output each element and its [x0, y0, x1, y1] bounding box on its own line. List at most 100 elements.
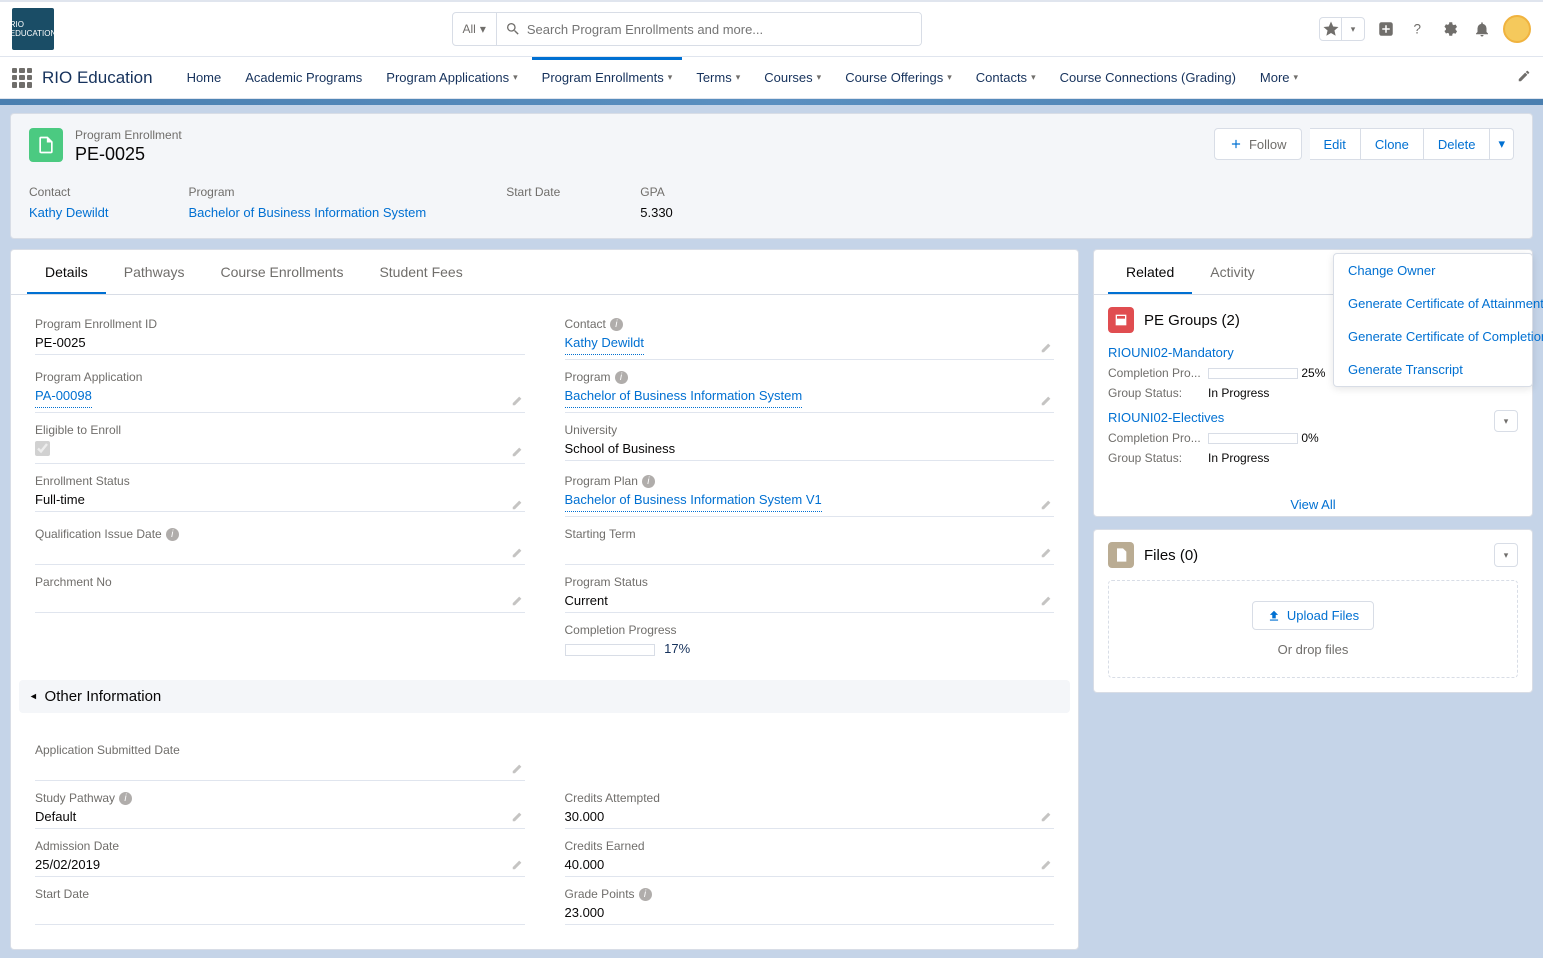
search-scope-selector[interactable]: All ▾ [453, 13, 497, 45]
info-icon[interactable]: i [166, 528, 179, 541]
parchment-value [35, 589, 525, 613]
menu-item[interactable]: Generate Certificate of Completion [1334, 320, 1532, 353]
start-date-value [35, 901, 525, 925]
program-status-label: Program Status [565, 575, 1055, 589]
edit-pencil-icon[interactable] [1040, 393, 1054, 407]
global-actions-icon[interactable] [1375, 18, 1397, 40]
menu-item[interactable]: Change Owner [1334, 254, 1532, 287]
progress-bar [1208, 368, 1298, 379]
star-icon[interactable] [1320, 18, 1342, 40]
edit-pencil-icon[interactable] [511, 444, 525, 458]
app-submitted-value [35, 757, 525, 781]
edit-pencil-icon[interactable] [1040, 857, 1054, 871]
tab[interactable]: Student Fees [361, 250, 480, 294]
notifications-bell-icon[interactable] [1471, 18, 1493, 40]
svg-text:?: ? [1414, 22, 1422, 37]
edit-pencil-icon[interactable] [511, 497, 525, 511]
pe-group-menu[interactable]: ▾ [1494, 410, 1518, 432]
highlight-contact-link[interactable]: Kathy Dewildt [29, 205, 108, 220]
info-icon[interactable]: i [639, 888, 652, 901]
setup-gear-icon[interactable] [1439, 18, 1461, 40]
menu-item[interactable]: Generate Certificate of Attainment [1334, 287, 1532, 320]
files-title[interactable]: Files (0) [1144, 547, 1484, 564]
more-actions-dropdown[interactable]: ▾ [1490, 128, 1514, 160]
program-plan-link[interactable]: Bachelor of Business Information System … [565, 492, 822, 512]
highlight-program-label: Program [188, 185, 426, 199]
completion-percent: 17% [664, 641, 690, 656]
app-name: RIO Education [42, 68, 153, 88]
upload-files-button[interactable]: Upload Files [1252, 601, 1374, 630]
info-icon[interactable]: i [119, 792, 132, 805]
enrollment-status-label: Enrollment Status [35, 474, 525, 488]
edit-pencil-icon[interactable] [1040, 545, 1054, 559]
nav-item[interactable]: Courses▾ [754, 57, 831, 98]
info-icon[interactable]: i [615, 371, 628, 384]
tab[interactable]: Related [1108, 250, 1192, 294]
user-avatar[interactable] [1503, 15, 1531, 43]
tab[interactable]: Pathways [106, 250, 203, 294]
nav-item[interactable]: Program Enrollments▾ [532, 57, 683, 98]
nav-item[interactable]: Home [177, 57, 232, 98]
nav-item[interactable]: Program Applications▾ [376, 57, 527, 98]
chevron-down-icon: ▾ [513, 72, 518, 83]
edit-pencil-icon[interactable] [511, 593, 525, 607]
tab[interactable]: Details [27, 250, 106, 294]
file-drop-zone[interactable]: Upload Files Or drop files [1108, 580, 1518, 678]
nav-item[interactable]: Contacts▾ [966, 57, 1046, 98]
info-icon[interactable]: i [642, 475, 655, 488]
menu-item[interactable]: Generate Transcript [1334, 353, 1532, 386]
info-icon[interactable]: i [610, 318, 623, 331]
program-application-label: Program Application [35, 370, 525, 384]
nav-item[interactable]: Course Connections (Grading) [1050, 57, 1246, 98]
program-link[interactable]: Bachelor of Business Information System [565, 388, 803, 408]
clone-button[interactable]: Clone [1361, 128, 1424, 160]
completion-label: Completion Progress [565, 623, 1055, 637]
actions-menu: Change OwnerGenerate Certificate of Atta… [1333, 253, 1533, 387]
record-icon [29, 128, 63, 162]
contact-link[interactable]: Kathy Dewildt [565, 335, 644, 355]
edit-pencil-icon[interactable] [511, 857, 525, 871]
follow-button[interactable]: Follow [1214, 128, 1302, 160]
edit-pencil-icon[interactable] [511, 545, 525, 559]
view-all-link[interactable]: View All [1290, 497, 1335, 512]
section-other-information[interactable]: ▾ Other Information [19, 680, 1070, 713]
enrollment-status-value: Full-time [35, 488, 525, 512]
edit-pencil-icon[interactable] [511, 393, 525, 407]
chevron-down-icon: ▾ [480, 22, 486, 36]
completion-progress-bar [565, 644, 655, 656]
eligible-checkbox [35, 441, 50, 456]
program-application-link[interactable]: PA-00098 [35, 388, 92, 408]
nav-item[interactable]: Course Offerings▾ [835, 57, 962, 98]
edit-pencil-icon[interactable] [511, 809, 525, 823]
qual-issue-label: Qualification Issue Date [35, 527, 162, 541]
nav-item[interactable]: Terms▾ [686, 57, 750, 98]
program-enrollment-id-label: Program Enrollment ID [35, 317, 525, 331]
chevron-down-icon: ▾ [27, 694, 40, 700]
delete-button[interactable]: Delete [1424, 128, 1491, 160]
files-menu[interactable]: ▾ [1494, 543, 1518, 567]
highlight-program-link[interactable]: Bachelor of Business Information System [188, 205, 426, 220]
search-input[interactable] [497, 13, 921, 45]
highlight-startdate-label: Start Date [506, 185, 560, 199]
nav-item[interactable]: Academic Programs [235, 57, 372, 98]
grade-points-value: 23.000 [565, 901, 1055, 925]
app-submitted-label: Application Submitted Date [35, 743, 525, 757]
help-icon[interactable]: ? [1407, 18, 1429, 40]
tab[interactable]: Course Enrollments [203, 250, 362, 294]
nav-item[interactable]: More▾ [1250, 57, 1308, 98]
edit-pencil-icon[interactable] [511, 761, 525, 775]
app-launcher-icon[interactable] [12, 68, 32, 88]
chevron-down-icon: ▾ [817, 72, 822, 83]
drop-files-text: Or drop files [1129, 642, 1497, 657]
highlight-gpa-label: GPA [640, 185, 673, 199]
edit-pencil-icon[interactable] [1040, 809, 1054, 823]
edit-pencil-icon[interactable] [1040, 340, 1054, 354]
edit-pencil-icon[interactable] [1040, 593, 1054, 607]
pe-group-link[interactable]: RIOUNI02-Electives [1108, 410, 1518, 425]
favorites-dropdown[interactable]: ▾ [1342, 18, 1364, 40]
edit-pencil-icon[interactable] [1040, 497, 1054, 511]
edit-button[interactable]: Edit [1310, 128, 1361, 160]
tab[interactable]: Activity [1192, 250, 1272, 294]
program-plan-label: Program Plan [565, 474, 638, 488]
edit-nav-pencil-icon[interactable] [1517, 69, 1531, 86]
